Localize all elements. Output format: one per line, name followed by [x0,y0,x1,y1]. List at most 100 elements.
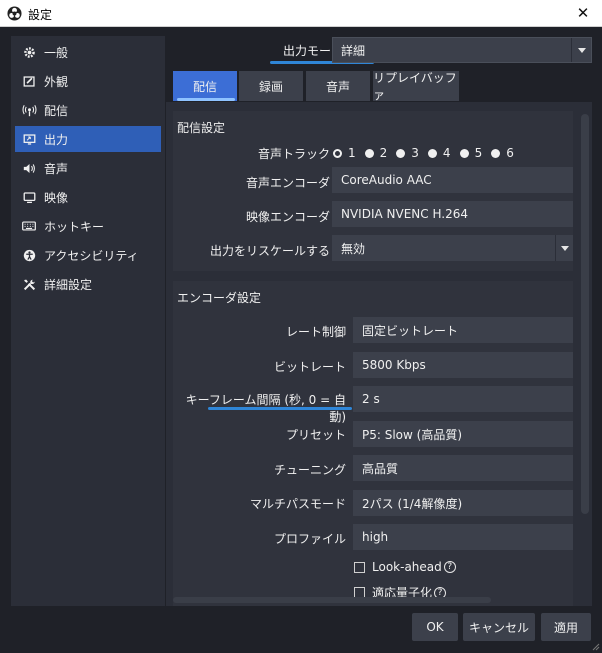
settings-window: 一般 外観 配信 出力 音声 映像 ホットキー アクセシビリティ 詳細設定 出力… [0,27,602,653]
tab-stream[interactable]: 配信 [173,71,237,101]
sidebar-item-advanced[interactable]: 詳細設定 [15,271,161,297]
keyframe-interval-field[interactable]: 2 s [353,386,573,412]
rescale-label: 出力をリスケールする [209,244,330,258]
video-encoder-label: 映像エンコーダ [245,210,330,224]
tuning-label: チューニング [273,463,346,477]
sidebar-item-hotkeys[interactable]: ホットキー [15,213,161,239]
settings-content: 配信設定 音声トラック 1 2 3 4 5 6 音声エンコーダ CoreAudi… [166,102,592,606]
sidebar-item-label: 音声 [44,161,69,176]
keyboard-icon [20,219,38,233]
sidebar-item-audio[interactable]: 音声 [15,155,161,181]
multipass-label: マルチパスモード [249,497,346,511]
preset-field[interactable]: P5: Slow (高品質) [353,421,573,447]
close-icon[interactable]: ✕ [572,3,594,23]
accessibility-icon [20,248,38,262]
apply-button[interactable]: 適用 [541,613,591,641]
tab-label: 配信 [192,79,217,94]
audio-encoder-field[interactable]: CoreAudio AAC [332,167,573,193]
sidebar-item-label: ホットキー [44,219,105,234]
audio-encoder-value: CoreAudio AAC [341,173,432,187]
audio-track-radio-5[interactable]: 5 [459,146,483,160]
bitrate-field[interactable]: 5800 Kbps [353,352,573,378]
bitrate-value: 5800 Kbps [362,358,426,372]
gear-icon [20,45,38,59]
radio-label: 6 [506,146,514,160]
sidebar: 一般 外観 配信 出力 音声 映像 ホットキー アクセシビリティ 詳細設定 [11,36,165,606]
sidebar-item-label: 一般 [44,45,69,60]
audio-track-label: 音声トラック [257,147,330,161]
rate-control-field[interactable]: 固定ビットレート [353,317,573,343]
bitrate-label: ビットレート [273,360,346,374]
preset-label: プリセット [285,428,346,442]
rescale-select[interactable]: 無効 [332,235,573,261]
vertical-scrollbar[interactable] [581,114,589,514]
profile-value: high [362,530,389,544]
stream-settings-group: 配信設定 音声トラック 1 2 3 4 5 6 音声エンコーダ CoreAudi… [173,111,573,271]
audio-track-radio-1[interactable]: 1 [333,146,356,160]
sidebar-item-general[interactable]: 一般 [15,39,161,65]
checkbox-box[interactable] [354,561,365,573]
radio-label: 1 [348,146,356,160]
radio-label: 2 [379,146,388,160]
multipass-value: 2パス (1/4解像度) [362,496,463,511]
sidebar-item-label: 映像 [44,190,69,205]
profile-label: プロファイル [273,532,346,546]
audio-track-radio-4[interactable]: 4 [427,146,451,160]
radio-label: 4 [442,146,451,160]
lookahead-label: Look-ahead [372,560,442,574]
audio-track-radio-6[interactable]: 6 [491,146,514,160]
sidebar-item-video[interactable]: 映像 [15,184,161,210]
radio-label: 5 [474,146,483,160]
chevron-down-icon[interactable] [555,235,573,261]
sidebar-item-label: 配信 [44,103,69,118]
output-mode-select[interactable]: 詳細 [332,37,592,63]
tuning-value: 高品質 [362,461,399,476]
group-title: エンコーダ設定 [177,291,262,305]
sidebar-item-output[interactable]: 出力 [15,126,161,152]
video-encoder-field[interactable]: NVIDIA NVENC H.264 [332,201,573,227]
horizontal-scrollbar[interactable] [173,597,491,603]
sidebar-item-label: 出力 [44,132,69,147]
title-bar: 設定 ✕ [0,0,602,27]
profile-field[interactable]: high [353,524,573,550]
tab-active-indicator [177,98,235,101]
output-mode-value: 詳細 [341,43,366,58]
tuning-field[interactable]: 高品質 [353,455,573,481]
tab-label: 音声 [325,79,350,94]
resize-grip-icon[interactable] [590,641,600,651]
sidebar-item-label: アクセシビリティ [44,248,139,263]
sidebar-item-label: 外観 [44,74,69,89]
tab-audio[interactable]: 音声 [306,71,370,101]
help-icon[interactable]: ? [443,561,456,573]
audio-track-radio-3[interactable]: 3 [396,146,419,160]
encoder-settings-group: エンコーダ設定 レート制御 固定ビットレート ビットレート 5800 Kbps … [173,281,573,606]
sidebar-item-appearance[interactable]: 外観 [15,68,161,94]
appearance-icon [20,74,38,88]
output-icon [20,132,38,146]
sidebar-item-stream[interactable]: 配信 [15,97,161,123]
sidebar-item-accessibility[interactable]: アクセシビリティ [15,242,161,268]
radio-label: 3 [411,146,419,160]
keyframe-highlight [208,407,352,410]
sidebar-item-label: 詳細設定 [44,277,93,292]
preset-value: P5: Slow (高品質) [362,427,463,442]
speaker-icon [20,161,38,175]
lookahead-checkbox[interactable]: Look-ahead ? [354,560,456,574]
audio-encoder-label: 音声エンコーダ [245,176,330,190]
monitor-icon [20,190,38,204]
tab-label: リプレイバッファ [373,71,457,102]
broadcast-icon [20,103,38,117]
chevron-down-icon[interactable] [571,38,591,62]
multipass-field[interactable]: 2パス (1/4解像度) [353,490,573,516]
cancel-button[interactable]: キャンセル [463,613,535,641]
rescale-value: 無効 [341,241,366,256]
obs-logo-icon [7,6,22,21]
ok-button[interactable]: OK [412,613,458,641]
group-title: 配信設定 [177,121,226,135]
audio-track-radio-2[interactable]: 2 [364,146,388,160]
tools-icon [20,277,38,291]
tab-replay-buffer[interactable]: リプレイバッファ [373,71,459,102]
tab-recording[interactable]: 録画 [239,71,303,101]
window-title: 設定 [28,8,53,22]
tab-label: 録画 [258,79,283,94]
